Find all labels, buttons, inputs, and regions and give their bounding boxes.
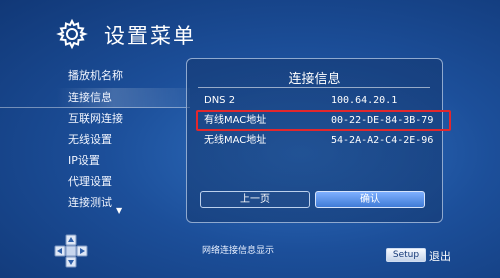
- info-row-dns2: DNS 2 100.64.20.1: [204, 93, 434, 109]
- status-hint: 网络连接信息显示: [202, 246, 275, 256]
- exit-label: 退出: [429, 250, 451, 263]
- menu-item-connection-info[interactable]: 连接信息: [0, 88, 190, 108]
- menu-item-player-name[interactable]: 播放机名称: [0, 66, 190, 86]
- dpad-icon: [54, 234, 88, 268]
- info-key: 无线MAC地址: [204, 135, 267, 146]
- gear-icon: [56, 18, 88, 50]
- setup-button[interactable]: Setup: [386, 248, 426, 262]
- page-title: 设置菜单: [104, 24, 196, 48]
- panel-title: 连接信息: [288, 72, 341, 87]
- menu-item-proxy-settings[interactable]: 代理设置: [0, 172, 190, 192]
- highlight-box: [196, 110, 451, 131]
- prev-page-button[interactable]: 上一页: [200, 191, 310, 208]
- divider: [198, 87, 430, 88]
- confirm-button[interactable]: 确认: [315, 191, 425, 208]
- info-row-wireless-mac: 无线MAC地址 54-2A-A2-C4-2E-96: [204, 133, 434, 149]
- menu-item-wireless-settings[interactable]: 无线设置: [0, 130, 190, 150]
- menu-item-connection-test[interactable]: 连接测试: [0, 193, 190, 213]
- info-value: 100.64.20.1: [331, 95, 398, 106]
- scroll-down-icon[interactable]: ▼: [116, 206, 122, 215]
- menu-item-internet-connection[interactable]: 互联网连接: [0, 109, 190, 129]
- info-value: 54-2A-A2-C4-2E-96: [331, 135, 434, 146]
- info-key: DNS 2: [204, 95, 236, 106]
- menu-item-ip-settings[interactable]: IP设置: [0, 151, 190, 171]
